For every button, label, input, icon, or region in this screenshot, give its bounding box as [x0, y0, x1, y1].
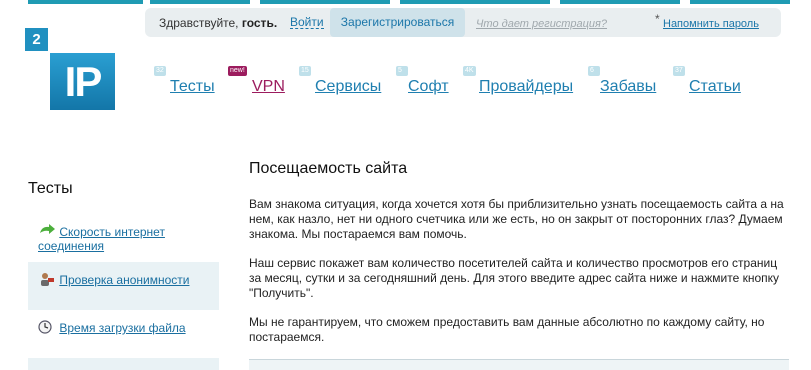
intro-paragraph-3: Мы не гарантируем, что сможем предостави…: [249, 315, 765, 344]
sidebar: Тесты Скорость интернет соединения Прове…: [28, 180, 219, 370]
nav-badge: 15: [299, 66, 311, 76]
nav-label[interactable]: Софт: [408, 78, 449, 96]
sidebar-item-speed[interactable]: Скорость интернет соединения: [28, 214, 219, 262]
intro-paragraph-1: Вам знакома ситуация, когда хочется хотя…: [249, 197, 784, 241]
intro-paragraph-2: Наш сервис покажет вам количество посети…: [249, 256, 780, 300]
nav-label[interactable]: Сервисы: [315, 78, 381, 96]
anonymous-person-icon: [38, 272, 56, 286]
main-content: Посещаемость сайта Вам знакома ситуация,…: [249, 160, 789, 370]
nav-badge: 32: [154, 66, 166, 76]
sidebar-item-label[interactable]: Время загрузки файла: [59, 321, 185, 335]
nav-badge: 37: [673, 66, 685, 76]
main-nav: 32 Тесты new! VPN 15 Сервисы 5 Софт 4K П…: [0, 66, 811, 106]
nav-badge-new: new!: [228, 66, 247, 76]
greeting: Здравствуйте, гость.: [159, 16, 278, 30]
sidebar-title: Тесты: [28, 180, 73, 197]
top-strip: [0, 0, 811, 4]
speed-arrow-icon: [38, 224, 56, 238]
clock-icon: [38, 320, 56, 334]
what-register-link[interactable]: Что дает регистрация?: [476, 18, 607, 30]
nav-label[interactable]: Тесты: [170, 78, 215, 96]
nav-label[interactable]: Забавы: [600, 78, 656, 96]
sidebar-next-item[interactable]: [28, 358, 219, 370]
remind-password-link[interactable]: Напомнить пароль: [663, 18, 759, 30]
nav-badge: 4K: [463, 66, 476, 76]
sidebar-item-label[interactable]: Скорость интернет соединения: [38, 225, 165, 253]
register-button[interactable]: Зарегистрироваться: [330, 8, 465, 37]
sidebar-item-download-time[interactable]: Время загрузки файла: [28, 310, 219, 358]
nav-badge: 5: [396, 66, 408, 76]
logo-small: 2: [25, 28, 48, 51]
auth-bar: Здравствуйте, гость. Войти Зарегистриров…: [145, 8, 781, 37]
asterisk-mark: *: [655, 12, 660, 26]
nav-label[interactable]: Статьи: [689, 78, 741, 96]
page-title: Посещаемость сайта: [249, 160, 408, 177]
form-panel-top: [249, 359, 789, 370]
login-link[interactable]: Войти: [290, 16, 324, 29]
sidebar-item-label[interactable]: Проверка анонимности: [59, 273, 189, 287]
nav-label[interactable]: VPN: [252, 78, 285, 96]
sidebar-item-anonymity[interactable]: Проверка анонимности: [28, 262, 219, 310]
nav-badge: 6: [588, 66, 600, 76]
nav-label[interactable]: Провайдеры: [479, 78, 573, 96]
